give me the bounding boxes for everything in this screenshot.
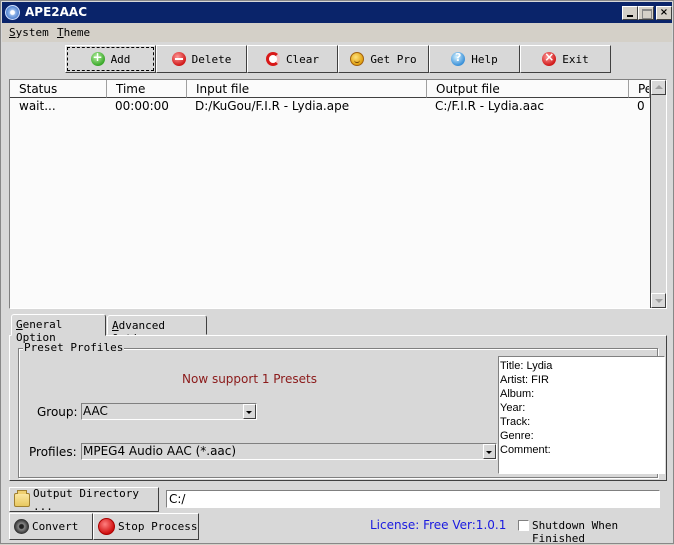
profiles-select[interactable]: MPEG4 Audio AAC (*.aac) xyxy=(81,443,497,460)
general-option-panel: Preset Profiles Now support 1 Presets Gr… xyxy=(9,335,667,481)
film-reel-icon xyxy=(14,519,29,534)
row-time: 00:00:00 xyxy=(115,99,169,113)
scroll-up-arrow-icon[interactable] xyxy=(651,80,666,95)
clear-button[interactable]: Clear xyxy=(247,45,338,73)
list-row[interactable]: wait... 00:00:00 D:/KuGou/F.I.R - Lydia.… xyxy=(10,98,650,115)
chevron-down-icon[interactable] xyxy=(243,404,256,419)
menu-theme[interactable]: Theme xyxy=(57,26,90,39)
smiley-icon xyxy=(350,52,365,66)
minimize-button[interactable] xyxy=(622,6,638,20)
convert-button[interactable]: Convert xyxy=(9,513,93,540)
folder-icon xyxy=(14,489,30,507)
help-icon xyxy=(451,51,466,66)
exit-icon xyxy=(542,50,557,66)
profiles-label: Profiles: xyxy=(29,445,77,459)
row-output-file: C:/F.I.R - Lydia.aac xyxy=(435,99,545,113)
column-output-file[interactable]: Output file xyxy=(427,80,629,98)
preset-profiles-group: Preset Profiles Now support 1 Presets Gr… xyxy=(18,341,665,478)
tag-genre: Genre: xyxy=(500,430,534,442)
tag-info-box: Title: Lydia Artist: FIR Album: Year: Tr… xyxy=(498,356,665,474)
column-input-file[interactable]: Input file xyxy=(187,80,427,98)
column-status[interactable]: Status xyxy=(10,80,107,98)
file-list[interactable]: Status Time Input file Output file Pe wa… xyxy=(9,79,667,309)
window-title: APE2AAC xyxy=(25,5,88,19)
close-icon: × xyxy=(659,7,669,18)
presets-note: Now support 1 Presets xyxy=(182,372,317,386)
output-directory-button[interactable]: Output Directory ... xyxy=(9,487,159,513)
tab-general-option[interactable]: General Option xyxy=(11,314,106,344)
shutdown-label[interactable]: Shutdown When Finished xyxy=(532,519,673,545)
output-directory-input[interactable]: C:/ xyxy=(166,490,660,508)
stop-process-button[interactable]: Stop Process xyxy=(93,513,199,540)
tag-track: Track: xyxy=(500,416,531,428)
scroll-down-arrow-icon[interactable] xyxy=(651,293,666,308)
app-window: APE2AAC × System Theme Add Delete Clear … xyxy=(0,0,674,545)
shutdown-checkbox[interactable] xyxy=(518,520,529,531)
title-bar: APE2AAC × xyxy=(2,2,672,23)
license-text: License: Free Ver:1.0.1 xyxy=(370,518,507,532)
group-select[interactable]: AAC xyxy=(81,403,257,420)
chevron-down-icon[interactable] xyxy=(483,444,496,459)
delete-icon xyxy=(171,52,186,66)
column-time[interactable]: Time xyxy=(107,80,187,98)
add-button[interactable]: Add xyxy=(65,45,156,73)
clear-icon xyxy=(265,52,280,66)
tag-title: Title: Lydia xyxy=(500,360,553,372)
menu-bar: System Theme xyxy=(2,23,672,42)
stop-icon xyxy=(98,518,115,535)
maximize-button[interactable] xyxy=(638,6,654,20)
row-input-file: D:/KuGou/F.I.R - Lydia.ape xyxy=(195,99,350,113)
cd-app-icon xyxy=(5,5,20,20)
group-label: Group: xyxy=(37,405,78,419)
tab-advanced-option[interactable]: Advanced Option xyxy=(107,315,207,345)
tag-comment: Comment: xyxy=(500,444,551,456)
delete-button[interactable]: Delete xyxy=(156,45,247,73)
tag-artist: Artist: FIR xyxy=(500,374,549,386)
column-percent[interactable]: Pe xyxy=(629,80,650,98)
help-button[interactable]: Help xyxy=(429,45,520,73)
row-status: wait... xyxy=(19,99,56,113)
close-button[interactable]: × xyxy=(656,6,672,20)
tag-year: Year: xyxy=(500,402,526,414)
menu-system[interactable]: System xyxy=(9,26,49,39)
list-header: Status Time Input file Output file Pe xyxy=(10,80,650,98)
get-pro-button[interactable]: Get Pro xyxy=(338,45,429,73)
add-icon xyxy=(90,50,105,66)
vertical-scrollbar[interactable] xyxy=(650,80,666,308)
tag-album: Album: xyxy=(500,388,535,400)
exit-button[interactable]: Exit xyxy=(520,45,611,73)
row-percent: 0 xyxy=(637,99,645,113)
